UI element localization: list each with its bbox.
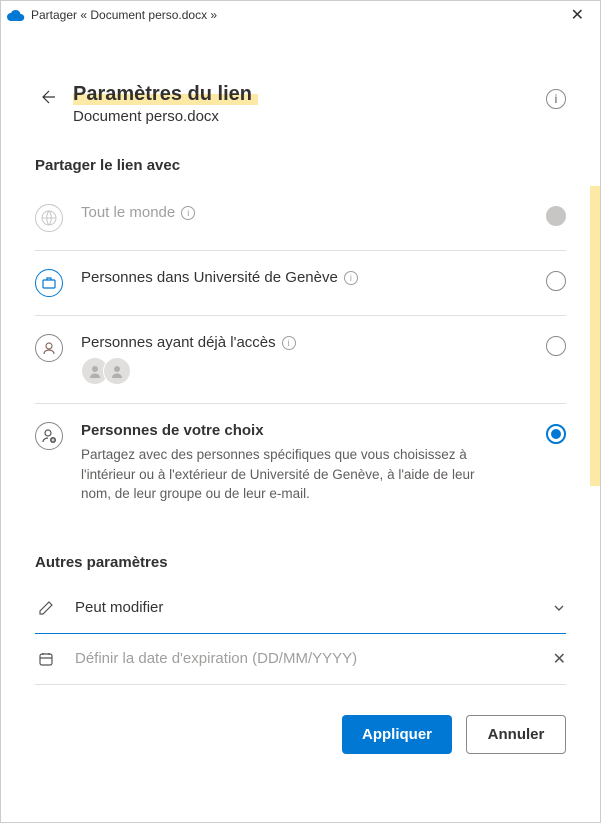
option-organization-text: Personnes dans Université de Genève [81,269,338,286]
radio-existing-access[interactable] [546,336,566,356]
clear-expiration-button[interactable]: ✕ [553,649,566,669]
permission-label: Peut modifier [75,599,534,616]
page-subtitle: Document perso.docx [73,108,532,125]
titlebar-left: Partager « Document perso.docx » [7,6,217,24]
option-specific-people[interactable]: Personnes de votre choix Partagez avec d… [35,404,566,522]
onedrive-icon [7,6,25,24]
expiration-row[interactable]: Définir la date d'expiration (DD/MM/YYYY… [35,634,566,685]
existing-access-avatars [81,357,528,385]
dialog-content: Paramètres du lien Document perso.docx i… [1,29,600,754]
radio-organization[interactable] [546,271,566,291]
globe-icon [35,204,63,232]
briefcase-icon [35,269,63,297]
info-icon[interactable]: i [282,336,296,350]
option-specific-people-description: Partagez avec des personnes spécifiques … [81,445,501,504]
highlight-annotation [590,186,600,486]
person-icon [35,334,63,362]
pencil-icon [35,597,57,619]
info-icon[interactable]: i [546,89,566,109]
radio-anyone [546,206,566,226]
share-options: Tout le monde i Personnes dans Universit… [35,186,566,522]
info-icon[interactable]: i [181,206,195,220]
calendar-icon [35,648,57,670]
option-organization[interactable]: Personnes dans Université de Genève i [35,251,566,316]
dialog-header: Paramètres du lien Document perso.docx i [35,83,566,125]
option-specific-people-label: Personnes de votre choix [81,422,528,439]
back-button[interactable] [35,85,59,109]
close-button[interactable]: ✕ [565,3,590,27]
apply-button[interactable]: Appliquer [342,715,452,754]
option-anyone[interactable]: Tout le monde i [35,186,566,251]
person-add-icon [35,422,63,450]
window-title: Partager « Document perso.docx » [31,8,217,22]
info-icon[interactable]: i [344,271,358,285]
avatar [103,357,131,385]
option-existing-access[interactable]: Personnes ayant déjà l'accès i [35,316,566,404]
radio-specific-people[interactable] [546,424,566,444]
option-existing-access-text: Personnes ayant déjà l'accès [81,334,276,351]
other-settings-title: Autres paramètres [35,554,566,571]
option-organization-label: Personnes dans Université de Genève i [81,269,528,286]
titlebar: Partager « Document perso.docx » ✕ [1,1,600,29]
expiration-placeholder: Définir la date d'expiration (DD/MM/YYYY… [75,650,535,667]
chevron-down-icon [552,601,566,615]
cancel-button[interactable]: Annuler [466,715,566,754]
option-existing-access-label: Personnes ayant déjà l'accès i [81,334,528,351]
page-title: Paramètres du lien [73,83,258,105]
permission-dropdown[interactable]: Peut modifier [35,583,566,634]
option-anyone-label: Tout le monde i [81,204,528,221]
dialog-footer: Appliquer Annuler [35,715,566,754]
option-anyone-text: Tout le monde [81,204,175,221]
share-section-title: Partager le lien avec [35,157,566,174]
